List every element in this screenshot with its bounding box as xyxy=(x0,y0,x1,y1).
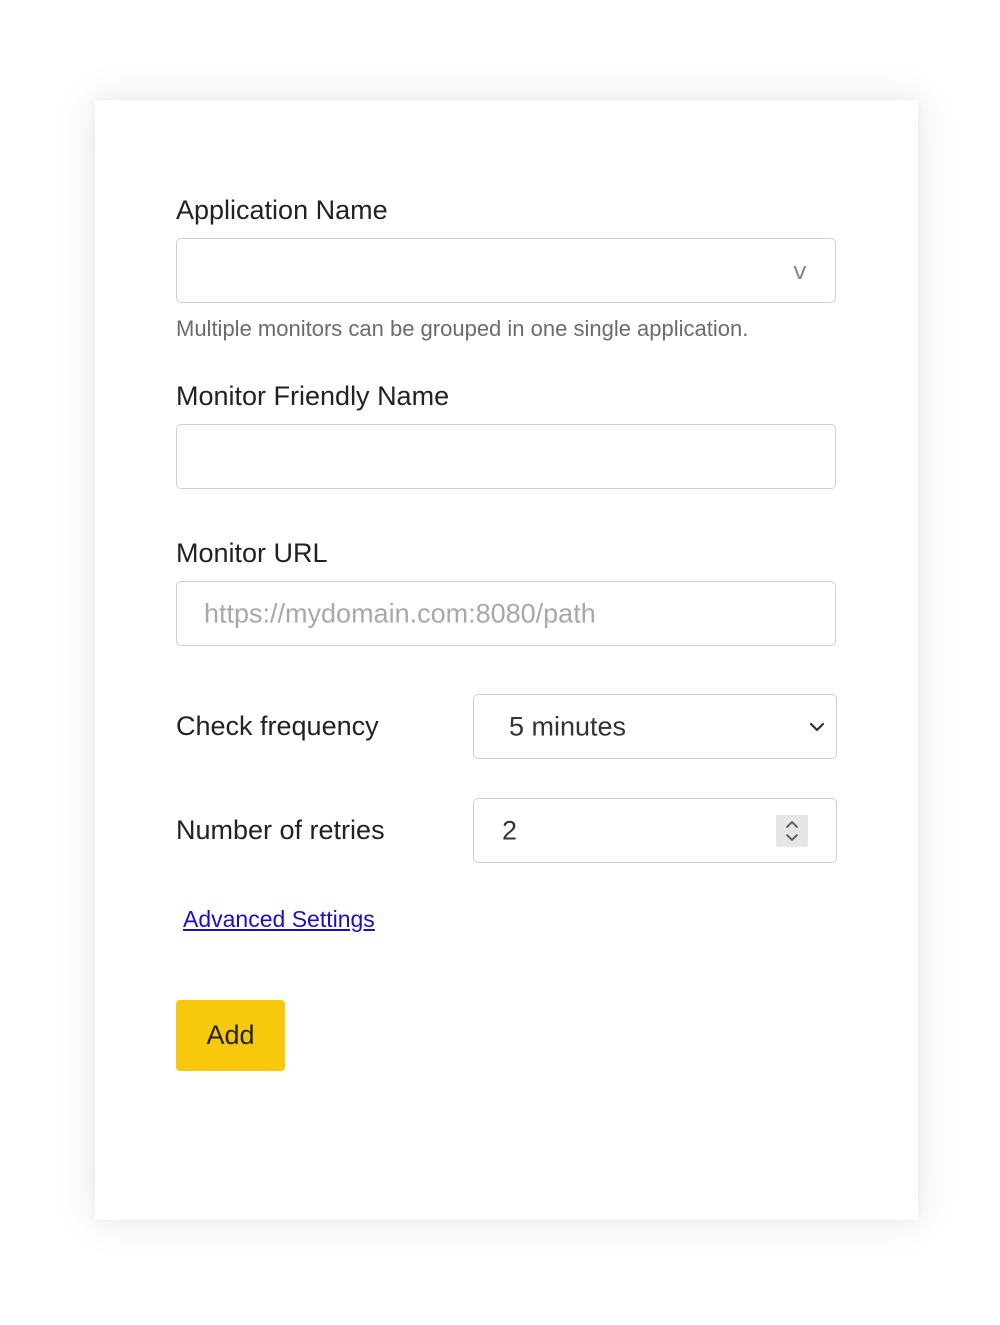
application-name-helper: Multiple monitors can be grouped in one … xyxy=(176,316,749,341)
monitor-url-placeholder: https://mydomain.com:8080/path xyxy=(204,598,596,628)
retries-label: Number of retries xyxy=(176,815,385,845)
friendly-name-input[interactable] xyxy=(176,424,836,489)
check-frequency-label: Check frequency xyxy=(176,711,379,741)
monitor-url-input[interactable]: https://mydomain.com:8080/path xyxy=(176,581,836,646)
retries-number-input[interactable]: 2 xyxy=(473,798,837,863)
spinner-arrows-icon[interactable] xyxy=(776,814,808,847)
chevron-down-icon[interactable] xyxy=(808,718,826,736)
retries-value: 2 xyxy=(502,815,518,845)
add-monitor-card: Application Name v Multiple monitors can… xyxy=(95,100,918,1220)
application-name-combobox[interactable]: v xyxy=(176,238,836,303)
v-chevron-icon[interactable]: v xyxy=(793,257,807,285)
application-name-label: Application Name xyxy=(176,195,388,225)
check-frequency-select[interactable]: 5 minutes xyxy=(473,694,837,759)
add-button[interactable]: Add xyxy=(176,1000,285,1071)
friendly-name-label: Monitor Friendly Name xyxy=(176,381,450,411)
check-frequency-value: 5 minutes xyxy=(509,711,627,741)
advanced-settings-link[interactable]: Advanced Settings xyxy=(183,906,375,933)
monitor-url-label: Monitor URL xyxy=(176,538,328,568)
